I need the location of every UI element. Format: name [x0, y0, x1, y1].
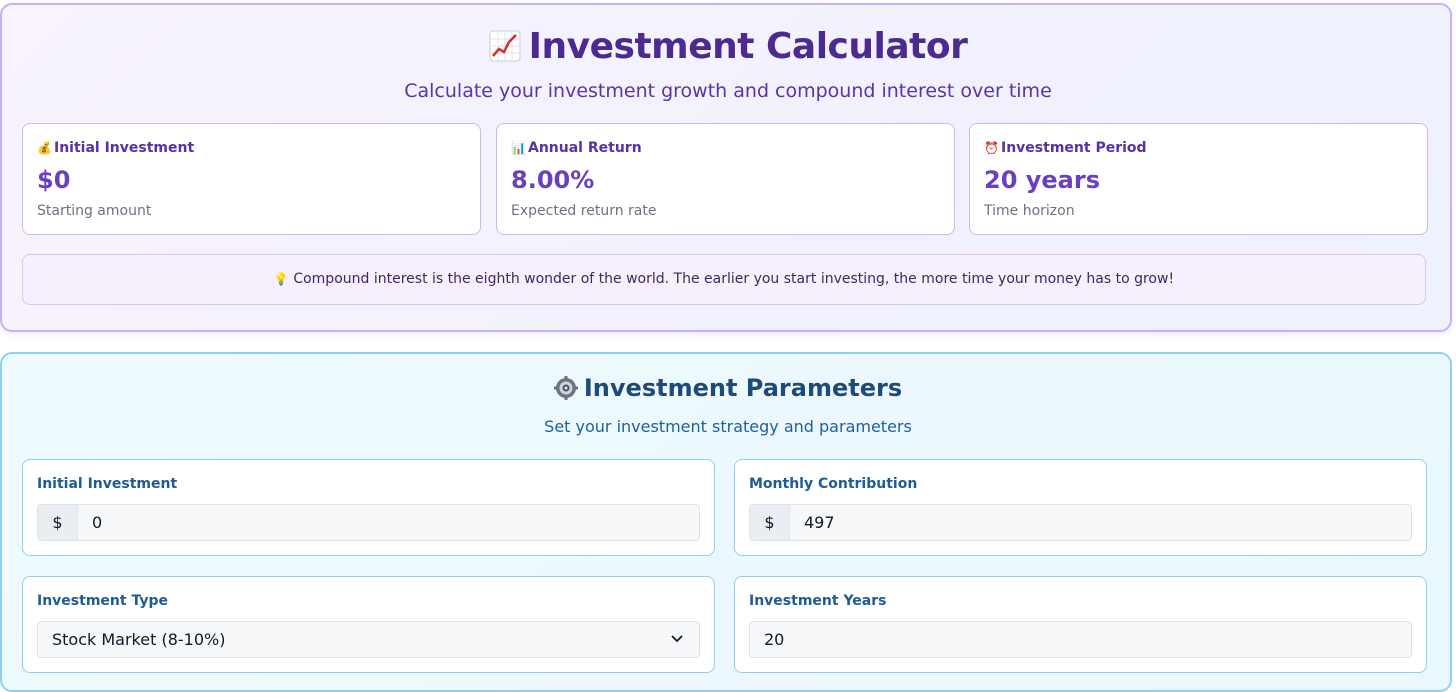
money-bag-icon: 💰 [37, 141, 52, 155]
currency-prefix: $ [750, 505, 790, 540]
field-monthly-contribution: Monthly Contribution $ 497 [734, 459, 1427, 556]
initial-investment-input-group: $ 0 [37, 504, 700, 541]
stat-subtext: Time horizon [984, 203, 1075, 219]
stat-label-text: Investment Period [1001, 140, 1147, 156]
chevron-down-icon [671, 635, 683, 643]
field-label: Initial Investment [37, 476, 178, 492]
stat-subtext: Expected return rate [511, 203, 657, 219]
monthly-contribution-input[interactable]: 497 [790, 505, 1411, 540]
stat-label: 📊 Annual Return [511, 140, 642, 156]
stat-card-annual-return: 📊 Annual Return 8.00% Expected return rat… [496, 123, 955, 235]
stat-value: 8.00% [511, 166, 595, 194]
field-investment-type: Investment Type Stock Market (8-10%) [22, 576, 715, 673]
currency-prefix: $ [38, 505, 78, 540]
stat-label-text: Annual Return [528, 140, 642, 156]
page-title-text: Investment Calculator [528, 26, 968, 67]
lightbulb-icon: 💡 [273, 272, 289, 286]
investment-years-input[interactable]: 20 [749, 621, 1412, 658]
chart-increasing-icon [489, 30, 521, 62]
parameters-subtitle: Set your investment strategy and paramet… [544, 417, 912, 436]
field-initial-investment: Initial Investment $ 0 [22, 459, 715, 556]
stat-label: ⏰ Investment Period [984, 140, 1147, 156]
field-label: Investment Years [749, 593, 887, 609]
page-title: Investment Calculator [0, 26, 1456, 67]
field-investment-years: Investment Years 20 [734, 576, 1427, 673]
stat-card-initial-investment: 💰 Initial Investment $0 Starting amount [22, 123, 481, 235]
stat-label: 💰 Initial Investment [37, 140, 194, 156]
alarm-clock-icon: ⏰ [984, 141, 999, 155]
page-subtitle: Calculate your investment growth and com… [404, 80, 1052, 102]
stat-card-investment-period: ⏰ Investment Period 20 years Time horizon [969, 123, 1428, 235]
investment-type-selected: Stock Market (8-10%) [52, 630, 226, 649]
gear-icon [553, 376, 578, 400]
field-label: Monthly Contribution [749, 476, 918, 492]
tip-banner: 💡 Compound interest is the eighth wonder… [22, 254, 1426, 305]
investment-type-select[interactable]: Stock Market (8-10%) [37, 621, 700, 658]
monthly-contribution-input-group: $ 497 [749, 504, 1412, 541]
stat-label-text: Initial Investment [54, 140, 195, 156]
stat-value: 20 years [984, 166, 1100, 194]
field-label: Investment Type [37, 593, 168, 609]
stat-value: $0 [37, 166, 71, 194]
bar-chart-icon: 📊 [511, 141, 526, 155]
stat-subtext: Starting amount [37, 203, 152, 219]
parameters-title: Investment Parameters [0, 374, 1456, 402]
tip-text: Compound interest is the eighth wonder o… [293, 271, 1175, 287]
initial-investment-input[interactable]: 0 [78, 505, 699, 540]
parameters-title-text: Investment Parameters [583, 374, 903, 402]
